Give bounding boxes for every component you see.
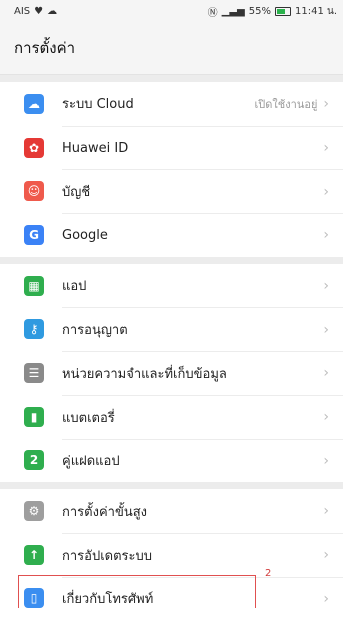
settings-item-storage[interactable]: ☰ หน่วยความจำและที่เก็บข้อมูล › xyxy=(0,351,343,395)
chevron-right-icon: › xyxy=(323,227,329,244)
account-icon: ☺ xyxy=(24,181,44,202)
settings-item-apps[interactable]: ▦ แอป › xyxy=(0,264,343,308)
nfc-icon: Ⓝ xyxy=(207,7,218,19)
storage-icon: ☰ xyxy=(24,362,44,383)
status-bar: AIS ♥ ☁ Ⓝ ▁▃▅ 55% 11:41 น. xyxy=(0,0,343,22)
chevron-right-icon: › xyxy=(323,590,329,607)
annotation-highlight-box xyxy=(18,575,256,608)
settings-item-label: คู่แฝดแอป xyxy=(62,454,120,470)
settings-item-value: เปิดใช้งานอยู่ xyxy=(254,97,318,111)
settings-item-advanced[interactable]: ⚙ การตั้งค่าขั้นสูง › xyxy=(0,489,343,533)
settings-item-label: หน่วยความจำและที่เก็บข้อมูล xyxy=(62,366,227,382)
settings-item-label: ระบบ Cloud xyxy=(62,97,134,113)
apps-icon: ▦ xyxy=(24,275,44,296)
settings-item-app-twin[interactable]: 2 คู่แฝดแอป › xyxy=(0,438,343,483)
settings-item-huawei-id[interactable]: ✿ Huawei ID › xyxy=(0,125,343,170)
status-right: Ⓝ ▁▃▅ 55% 11:41 น. xyxy=(208,4,337,19)
google-icon: G xyxy=(24,224,44,245)
settings-item-permissions[interactable]: ⚷ การอนุญาต › xyxy=(0,307,343,351)
vpn-icon: ♥ xyxy=(34,5,44,17)
settings-item-google[interactable]: G Google › xyxy=(0,213,343,257)
settings-item-label: แอป xyxy=(62,279,87,295)
chevron-right-icon: › xyxy=(323,183,329,200)
cloud-icon: ☁ xyxy=(24,93,44,114)
battery-icon xyxy=(274,6,291,16)
cloud-sync-icon: ☁ xyxy=(47,5,58,17)
settings-item-battery[interactable]: ▮ แบตเตอรี่ › xyxy=(0,394,343,439)
carrier-label: AIS xyxy=(14,5,31,17)
page-title: การตั้งค่า xyxy=(14,39,76,57)
advanced-settings-icon: ⚙ xyxy=(24,501,44,522)
chevron-right-icon: › xyxy=(323,95,329,112)
section-gap xyxy=(0,75,343,82)
settings-item-label: การอัปเดตระบบ xyxy=(62,548,153,564)
signal-icon: ▁▃▅ xyxy=(221,5,245,17)
status-time: 11:41 น. xyxy=(294,5,337,17)
settings-item-cloud[interactable]: ☁ ระบบ Cloud เปิดใช้งานอยู่ › xyxy=(0,82,343,126)
battery-icon: ▮ xyxy=(24,406,44,427)
system-update-icon: ↑ xyxy=(24,544,44,565)
settings-item-label: แบตเตอรี่ xyxy=(62,410,115,426)
settings-group-accounts: ☁ ระบบ Cloud เปิดใช้งานอยู่ › ✿ Huawei I… xyxy=(0,82,343,257)
section-gap xyxy=(0,256,343,264)
chevron-right-icon: › xyxy=(323,140,329,157)
settings-item-account[interactable]: ☺ บัญชี › xyxy=(0,169,343,213)
settings-item-label: บัญชี xyxy=(62,185,91,201)
settings-item-label: Google xyxy=(62,227,108,243)
status-left: AIS ♥ ☁ xyxy=(14,6,57,17)
page-header: การตั้งค่า xyxy=(0,22,343,75)
chevron-right-icon: › xyxy=(323,321,329,338)
huawei-icon: ✿ xyxy=(24,137,44,158)
section-gap xyxy=(0,482,343,490)
settings-item-system-update[interactable]: ↑ การอัปเดตระบบ › xyxy=(0,532,343,577)
permissions-icon: ⚷ xyxy=(24,319,44,340)
chevron-right-icon: › xyxy=(323,409,329,426)
chevron-right-icon: › xyxy=(323,277,329,294)
chevron-right-icon: › xyxy=(323,503,329,520)
settings-group-device: ▦ แอป › ⚷ การอนุญาต › ☰ หน่วยความจำและที… xyxy=(0,263,343,483)
settings-item-label: Huawei ID xyxy=(62,140,129,156)
settings-item-label: การตั้งค่าขั้นสูง xyxy=(62,504,147,520)
battery-percent: 55% xyxy=(248,5,271,17)
chevron-right-icon: › xyxy=(323,452,329,469)
app-twin-icon: 2 xyxy=(24,450,44,471)
annotation-number: 2 xyxy=(265,568,272,579)
settings-item-label: การอนุญาต xyxy=(62,323,128,339)
chevron-right-icon: › xyxy=(323,547,329,564)
chevron-right-icon: › xyxy=(323,365,329,382)
